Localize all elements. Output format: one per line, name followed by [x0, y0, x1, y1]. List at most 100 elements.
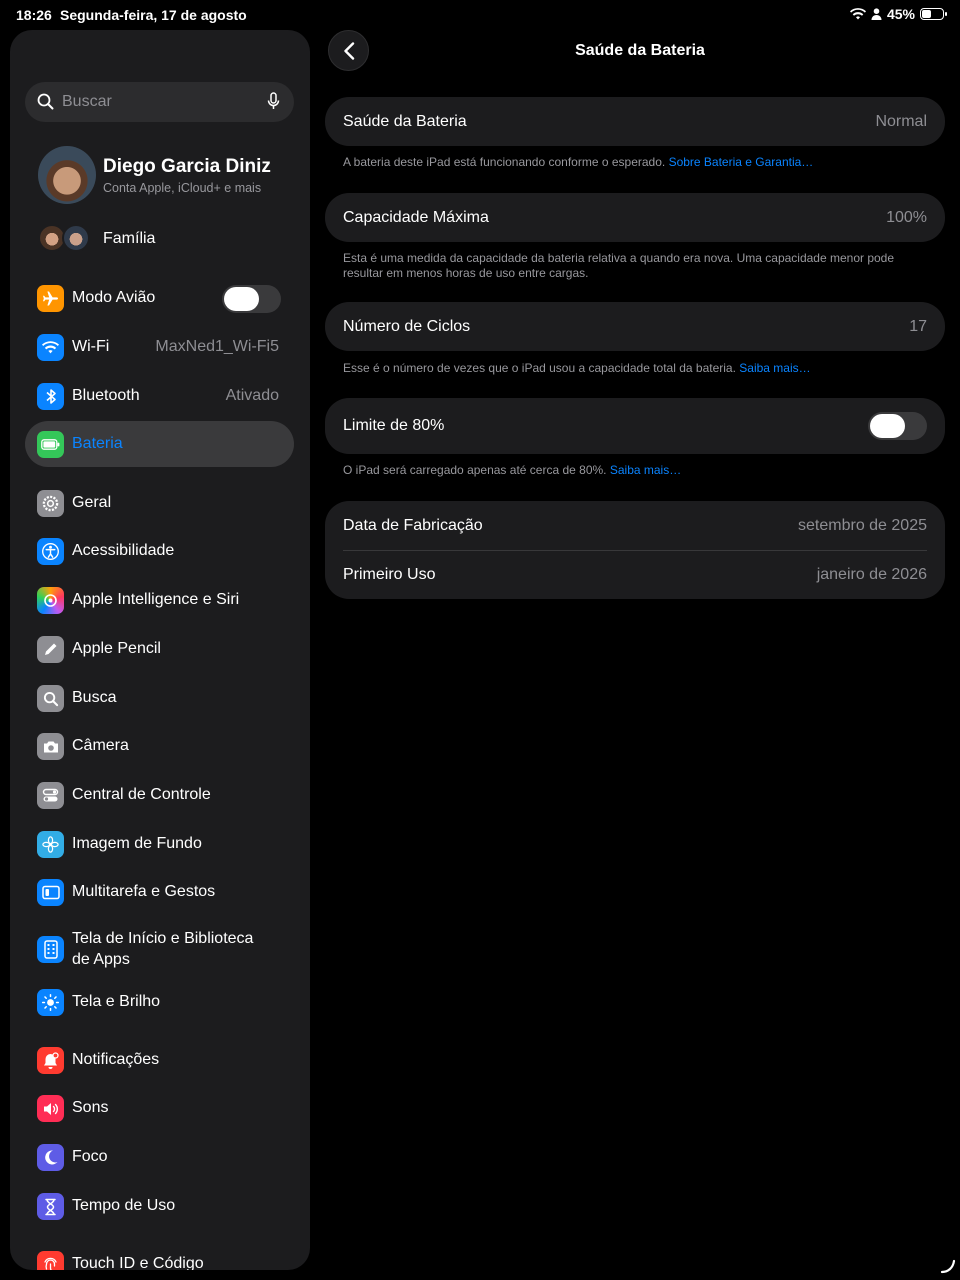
sidebar-item-accessibility[interactable]: Acessibilidade	[25, 528, 294, 574]
sidebar-item-label: Apple Pencil	[72, 640, 161, 657]
camera-icon	[37, 733, 64, 760]
apple-intelligence-icon	[37, 587, 64, 614]
limit-learn-more-link[interactable]: Saiba mais…	[610, 463, 681, 477]
battery-warranty-link[interactable]: Sobre Bateria e Garantia…	[669, 155, 814, 169]
sidebar-item-general[interactable]: Geral	[25, 480, 294, 526]
status-time: 18:26	[16, 7, 52, 23]
wifi-icon	[37, 334, 64, 361]
family-item[interactable]: Família	[38, 222, 298, 254]
airplane-icon	[37, 285, 64, 312]
first-use-row: Primeiro Uso janeiro de 2026	[325, 550, 945, 599]
microphone-icon[interactable]	[267, 92, 280, 111]
airplane-mode-toggle[interactable]	[222, 285, 281, 313]
accessibility-icon	[37, 538, 64, 565]
battery-percent: 45%	[886, 6, 915, 22]
sidebar-item-apple-pencil[interactable]: Apple Pencil	[25, 626, 294, 672]
cycle-count-row: Número de Ciclos 17	[325, 302, 945, 351]
limit-80-row: Limite de 80%	[325, 398, 945, 454]
sidebar-item-label: Acessibilidade	[72, 542, 175, 559]
fingerprint-icon	[37, 1251, 64, 1270]
limit-80-footnote: O iPad será carregado apenas até cerca d…	[343, 463, 933, 478]
sidebar-item-screen-time[interactable]: Tempo de Uso	[25, 1183, 294, 1229]
hourglass-icon	[37, 1193, 64, 1220]
sidebar-resize-handle[interactable]	[940, 1258, 956, 1274]
wifi-network-name: MaxNed1_Wi-Fi5	[155, 338, 279, 355]
profile-subtitle: Conta Apple, iCloud+ e mais	[103, 181, 262, 195]
max-capacity-value: 100%	[886, 209, 927, 226]
limit-80-label: Limite de 80%	[343, 417, 445, 434]
first-use-value: janeiro de 2026	[816, 566, 927, 583]
apple-account-profile[interactable]: Diego Garcia Diniz Conta Apple, iCloud+ …	[38, 146, 298, 206]
sidebar-item-touch-id[interactable]: Touch ID e Código	[25, 1241, 294, 1270]
bluetooth-status: Ativado	[225, 387, 279, 404]
sidebar-item-bluetooth[interactable]: Bluetooth Ativado	[25, 373, 294, 419]
battery-health-footnote: A bateria deste iPad está funcionando co…	[343, 155, 933, 170]
chevron-left-icon	[343, 41, 354, 60]
sidebar-item-sounds[interactable]: Sons	[25, 1085, 294, 1131]
control-center-icon	[37, 782, 64, 809]
multitasking-icon	[37, 879, 64, 906]
avatar	[38, 146, 96, 204]
battery-health-value: Normal	[875, 113, 927, 130]
cycle-count-label: Número de Ciclos	[343, 318, 471, 335]
sidebar-item-label: Apple Intelligence e Siri	[72, 591, 240, 608]
limit-80-group: Limite de 80%	[325, 398, 945, 454]
cycle-count-group: Número de Ciclos 17	[325, 302, 945, 351]
wallpaper-icon	[37, 831, 64, 858]
sidebar-item-display-brightness[interactable]: Tela e Brilho	[25, 979, 294, 1025]
limit-80-toggle[interactable]	[868, 412, 927, 440]
home-screen-icon	[37, 936, 64, 963]
sidebar-item-label: Sons	[72, 1099, 109, 1116]
bluetooth-icon	[37, 383, 64, 410]
sidebar-item-multitasking[interactable]: Multitarefa e Gestos	[25, 869, 294, 915]
max-capacity-label: Capacidade Máxima	[343, 209, 489, 226]
sidebar-item-wifi[interactable]: Wi-Fi MaxNed1_Wi-Fi5	[25, 324, 294, 370]
manufacture-date-value: setembro de 2025	[798, 517, 927, 534]
first-use-label: Primeiro Uso	[343, 566, 436, 583]
sidebar-item-label: Bluetooth	[72, 387, 140, 404]
sidebar-item-camera[interactable]: Câmera	[25, 723, 294, 769]
settings-sidebar: Buscar Diego Garcia Diniz Conta Apple, i…	[10, 30, 310, 1270]
search-icon	[37, 685, 64, 712]
sidebar-item-focus[interactable]: Foco	[25, 1134, 294, 1180]
gear-icon	[37, 490, 64, 517]
sidebar-item-label: Wi-Fi	[72, 338, 110, 355]
sidebar-item-label: Touch ID e Código	[72, 1255, 204, 1270]
max-capacity-group: Capacidade Máxima 100%	[325, 193, 945, 242]
battery-health-footnote-text: A bateria deste iPad está funcionando co…	[343, 155, 666, 169]
sidebar-item-label: Tempo de Uso	[72, 1197, 176, 1214]
manufacture-date-label: Data de Fabricação	[343, 517, 483, 534]
battery-dates-group: Data de Fabricação setembro de 2025 Prim…	[325, 501, 945, 599]
pencil-icon	[37, 636, 64, 663]
sidebar-item-control-center[interactable]: Central de Controle	[25, 772, 294, 818]
sidebar-item-label: Multitarefa e Gestos	[72, 883, 216, 900]
sidebar-item-search[interactable]: Busca	[25, 675, 294, 721]
battery-health-row: Saúde da Bateria Normal	[325, 97, 945, 146]
sounds-icon	[37, 1095, 64, 1122]
search-field[interactable]: Buscar	[25, 82, 294, 122]
cycle-count-value: 17	[909, 318, 927, 335]
limit-80-footnote-text: O iPad será carregado apenas até cerca d…	[343, 463, 607, 477]
cycle-learn-more-link[interactable]: Saiba mais…	[739, 361, 810, 375]
brightness-icon	[37, 989, 64, 1016]
sidebar-item-label: Tela de Início e Biblioteca de Apps	[72, 930, 254, 968]
battery-health-label: Saúde da Bateria	[343, 113, 467, 130]
back-button[interactable]	[328, 30, 369, 71]
sidebar-item-label: Busca	[72, 689, 117, 706]
profile-name: Diego Garcia Diniz	[103, 156, 271, 177]
sidebar-item-battery[interactable]: Bateria	[25, 421, 294, 467]
sidebar-item-apple-intelligence-siri[interactable]: Apple Intelligence e Siri	[25, 577, 294, 623]
max-capacity-row: Capacidade Máxima 100%	[325, 193, 945, 242]
sidebar-item-label: Tela e Brilho	[72, 993, 161, 1010]
sidebar-item-airplane-mode[interactable]: Modo Avião	[25, 275, 294, 321]
page-title: Saúde da Bateria	[575, 42, 705, 59]
search-icon	[37, 93, 54, 110]
battery-status-icon	[920, 8, 947, 20]
sidebar-item-label: Central de Controle	[72, 786, 211, 803]
sidebar-item-home-screen[interactable]: Tela de Início e Biblioteca de Apps	[25, 924, 294, 976]
battery-health-group: Saúde da Bateria Normal	[325, 97, 945, 146]
wifi-status-icon	[849, 8, 866, 20]
notifications-icon	[37, 1047, 64, 1074]
sidebar-item-notifications[interactable]: Notificações	[25, 1037, 294, 1083]
sidebar-item-wallpaper[interactable]: Imagem de Fundo	[25, 821, 294, 867]
